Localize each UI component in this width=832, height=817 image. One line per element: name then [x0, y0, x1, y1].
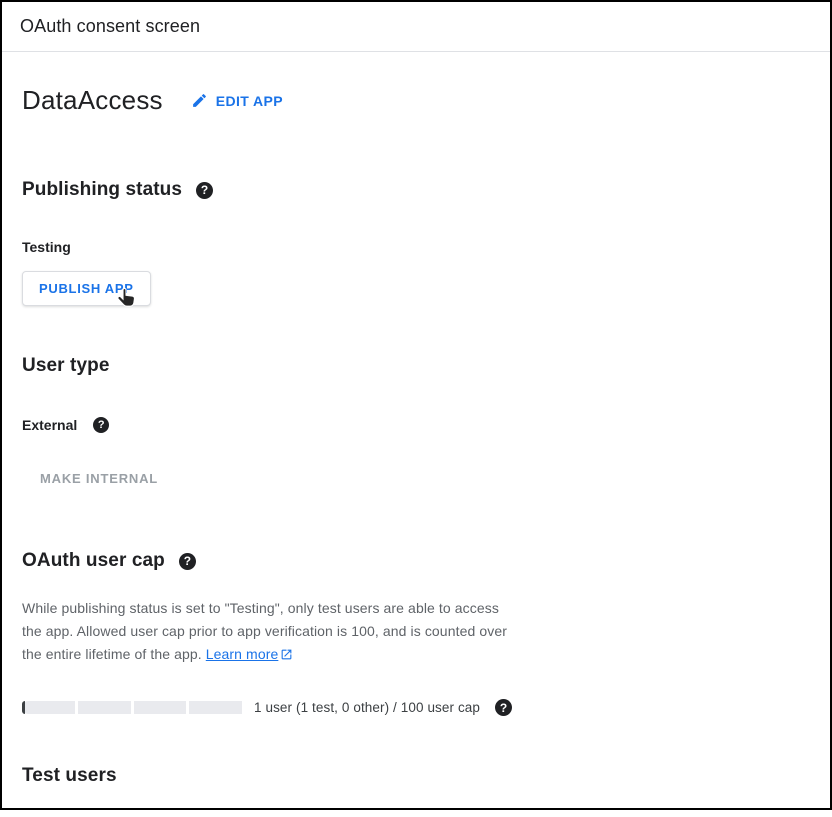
progress-fill: [22, 701, 25, 714]
test-users-heading: Test users: [22, 765, 117, 787]
app-name: DataAccess: [22, 85, 163, 116]
description-line-3-text: the entire lifetime of the app.: [22, 646, 206, 662]
make-internal-button[interactable]: MAKE INTERNAL: [40, 469, 158, 488]
publishing-status-help-icon[interactable]: ?: [196, 182, 213, 199]
user-type-heading: User type: [22, 355, 110, 377]
open-in-new-icon: [280, 645, 293, 668]
learn-more-link[interactable]: Learn more: [206, 646, 279, 662]
publishing-status-heading: Publishing status: [22, 179, 182, 201]
oauth-user-cap-heading-row: OAuth user cap ?: [22, 550, 810, 572]
publishing-status-heading-row: Publishing status ?: [22, 179, 810, 201]
progress-segment: [78, 701, 131, 714]
publish-app-button[interactable]: PUBLISH APP: [22, 271, 151, 306]
oauth-user-cap-heading: OAuth user cap: [22, 550, 165, 572]
user-type-value: External: [22, 417, 77, 433]
user-cap-progress-bar: [22, 701, 242, 714]
user-cap-usage-row: 1 user (1 test, 0 other) / 100 user cap …: [22, 699, 810, 716]
page-header: OAuth consent screen: [2, 2, 830, 52]
test-users-heading-row: Test users: [22, 765, 810, 787]
progress-segment: [189, 701, 242, 714]
oauth-user-cap-description: While publishing status is set to "Testi…: [22, 597, 810, 668]
user-cap-usage-text: 1 user (1 test, 0 other) / 100 user cap: [254, 700, 480, 715]
publish-app-button-wrap: PUBLISH APP: [22, 271, 151, 306]
main-content: DataAccess EDIT APP Publishing status ? …: [2, 85, 830, 817]
edit-app-label: EDIT APP: [216, 93, 283, 109]
description-line-2: the app. Allowed user cap prior to app v…: [22, 620, 810, 643]
oauth-user-cap-help-icon[interactable]: ?: [179, 553, 196, 570]
description-line-3: the entire lifetime of the app. Learn mo…: [22, 643, 810, 668]
user-type-value-row: External ?: [22, 417, 810, 433]
progress-segment: [134, 701, 187, 714]
user-type-help-icon[interactable]: ?: [93, 417, 109, 433]
publishing-status-value: Testing: [22, 239, 810, 255]
user-type-heading-row: User type: [22, 355, 810, 377]
edit-app-button[interactable]: EDIT APP: [189, 88, 285, 113]
edit-pencil-icon: [191, 92, 208, 109]
page-title: OAuth consent screen: [20, 16, 200, 37]
progress-segment: [22, 701, 75, 714]
app-title-row: DataAccess EDIT APP: [22, 85, 810, 116]
user-cap-help-icon[interactable]: ?: [495, 699, 512, 716]
description-line-1: While publishing status is set to "Testi…: [22, 597, 810, 620]
